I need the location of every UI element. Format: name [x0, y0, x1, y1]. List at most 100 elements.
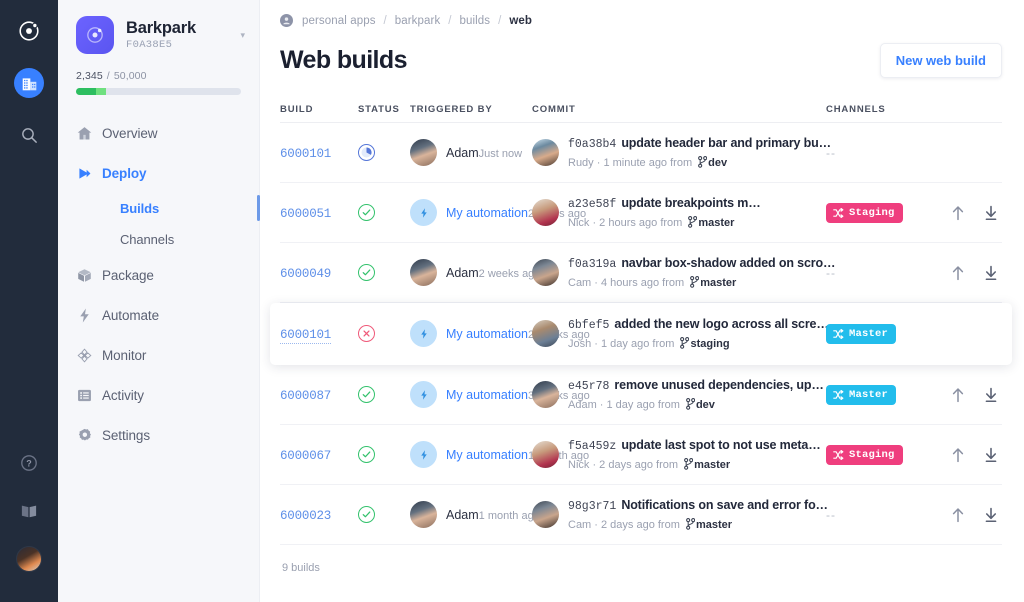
commit-branch: dev	[708, 156, 728, 169]
builds-table: BUILD STATUS TRIGGERED BY COMMIT CHANNEL…	[270, 97, 1012, 574]
channel-badge[interactable]: Master	[826, 323, 897, 344]
download-icon[interactable]	[984, 205, 998, 221]
monitor-icon	[76, 347, 102, 364]
build-cell: 6000067	[280, 446, 358, 464]
breadcrumb-item-1[interactable]: barkpark	[394, 15, 442, 27]
commit-sha[interactable]: 6bfef5	[568, 319, 609, 332]
row-actions	[934, 205, 1002, 221]
deploy-up-icon[interactable]	[951, 205, 965, 221]
breadcrumb-item-0[interactable]: personal apps	[301, 15, 377, 27]
chevron-down-icon[interactable]: ▾	[236, 30, 245, 41]
breadcrumb-item-2[interactable]: builds	[459, 15, 492, 27]
new-web-build-button[interactable]: New web build	[879, 43, 1002, 78]
deploy-up-icon[interactable]	[951, 447, 965, 463]
commit-message: update header bar and primary bu…	[621, 136, 831, 151]
download-icon[interactable]	[984, 507, 998, 523]
table-row[interactable]: 6000101 My automation2 weeks ago6bfef5 add…	[270, 303, 1012, 365]
commit-branch: master	[694, 458, 731, 471]
channel-cell: Staging	[826, 444, 934, 465]
rail-bottom-group: ?	[12, 446, 46, 590]
sidebar-item-monitor[interactable]: Monitor	[58, 335, 259, 375]
commit-message: navbar box-shadow added on scro…	[621, 256, 836, 271]
triggered-by-name[interactable]: My automation	[446, 388, 528, 402]
shuffle-icon	[833, 207, 844, 218]
deploy-up-icon[interactable]	[951, 507, 965, 523]
search-icon[interactable]	[12, 118, 46, 152]
download-icon[interactable]	[984, 265, 998, 281]
sidebar-item-activity[interactable]: Activity	[58, 375, 259, 415]
table-row[interactable]: 6000087 My automation3 weeks agoe45r78 rem…	[280, 365, 1002, 425]
sidebar-item-package[interactable]: Package	[58, 255, 259, 295]
sidebar-item-overview[interactable]: Overview	[58, 113, 259, 153]
triggered-by-cell: My automation1 month ago	[410, 441, 589, 468]
user-avatar[interactable]	[12, 542, 46, 576]
table-row[interactable]: 6000049 Adam2 weeks ago f0a319a navbar box-…	[280, 243, 1002, 303]
usage-label: 2,345/50,000	[76, 70, 241, 82]
sidebar-item-label: Settings	[102, 427, 150, 443]
sidebar-item-builds[interactable]: Builds	[58, 193, 260, 224]
commit-author-avatar	[532, 501, 559, 528]
channel-badge[interactable]: Staging	[826, 444, 903, 465]
branch-icon	[683, 398, 696, 411]
deploy-up-icon[interactable]	[951, 387, 965, 403]
triggered-by-name[interactable]: My automation	[446, 206, 528, 220]
organization-icon[interactable]	[12, 66, 46, 100]
table-body: 6000101 AdamJust now f0a38b4 update header …	[270, 123, 1012, 545]
commit-meta: Nick · 2 days ago from master	[568, 458, 731, 471]
shuffle-icon	[833, 328, 844, 339]
download-icon[interactable]	[984, 387, 998, 403]
build-number-link[interactable]: 6000023	[280, 509, 331, 523]
commit-meta: Cam · 4 hours ago from master	[568, 276, 737, 289]
commit-sha[interactable]: f0a38b4	[568, 138, 616, 151]
triggered-by-name[interactable]: My automation	[446, 327, 528, 341]
deploy-up-icon[interactable]	[951, 265, 965, 281]
automation-bolt-icon	[410, 320, 437, 347]
build-number-link[interactable]: 6000087	[280, 389, 331, 403]
commit-sha[interactable]: f0a319a	[568, 258, 616, 271]
commit-meta: Nick · 2 hours ago from master	[568, 216, 735, 229]
channel-badge[interactable]: Master	[826, 384, 897, 405]
commit-headline: f0a38b4 update header bar and primary bu…	[568, 136, 831, 151]
commit-cell: f0a38b4 update header bar and primary bu……	[532, 134, 831, 171]
channel-badge[interactable]: Staging	[826, 202, 903, 223]
sidebar-nav: Overview Deploy Builds Channels Package	[58, 113, 260, 455]
help-icon[interactable]: ?	[12, 446, 46, 480]
download-icon[interactable]	[984, 447, 998, 463]
build-number-link[interactable]: 6000101	[280, 327, 331, 344]
build-number-link[interactable]: 6000101	[280, 147, 331, 161]
commit-text: 98g3r71 Notifications on save and error f…	[568, 496, 828, 533]
sidebar-item-label: Deploy	[102, 165, 147, 181]
project-id: F0A38E5	[126, 39, 173, 52]
commit-sha[interactable]: f5a459z	[568, 440, 616, 453]
sidebar-item-channels[interactable]: Channels	[58, 224, 259, 255]
commit-text: f0a38b4 update header bar and primary bu……	[568, 134, 831, 171]
commit-text: f0a319a navbar box-shadow added on scro… C…	[568, 254, 835, 291]
triggered-by-name[interactable]: My automation	[446, 448, 528, 462]
docs-book-icon[interactable]	[12, 494, 46, 528]
active-indicator	[257, 195, 260, 221]
table-row[interactable]: 6000101 AdamJust now f0a38b4 update header …	[280, 123, 1002, 183]
triggered-by-avatar	[410, 139, 437, 166]
build-number-link[interactable]: 6000067	[280, 449, 331, 463]
status-cell	[358, 144, 410, 161]
commit-sha[interactable]: 98g3r71	[568, 500, 616, 513]
build-number-link[interactable]: 6000049	[280, 267, 331, 281]
sidebar-item-deploy[interactable]: Deploy	[58, 153, 259, 193]
commit-cell: f5a459z update last spot to not use meta……	[532, 436, 826, 473]
ionic-logo-icon[interactable]	[12, 14, 46, 48]
channel-cell: --	[826, 264, 934, 282]
table-row[interactable]: 6000051 My automation2 hours agoa23e58f up…	[280, 183, 1002, 243]
table-row[interactable]: 6000067 My automation1 month agof5a459z up…	[280, 425, 1002, 485]
commit-branch: master	[698, 216, 735, 229]
sidebar-item-automate[interactable]: Automate	[58, 295, 259, 335]
branch-icon	[687, 276, 700, 289]
sidebar-item-settings[interactable]: Settings	[58, 415, 259, 455]
table-row[interactable]: 6000023 Adam1 month ago 98g3r71 Notificatio…	[280, 485, 1002, 545]
project-switcher[interactable]: Barkpark F0A38E5 ▾	[58, 16, 259, 54]
commit-sha[interactable]: a23e58f	[568, 198, 616, 211]
commit-message: added the new logo across all scre…	[614, 317, 829, 332]
commit-text: f5a459z update last spot to not use meta……	[568, 436, 826, 473]
build-number-link[interactable]: 6000051	[280, 207, 331, 221]
commit-headline: 6bfef5 added the new logo across all scre…	[568, 317, 829, 332]
commit-sha[interactable]: e45r78	[568, 380, 609, 393]
